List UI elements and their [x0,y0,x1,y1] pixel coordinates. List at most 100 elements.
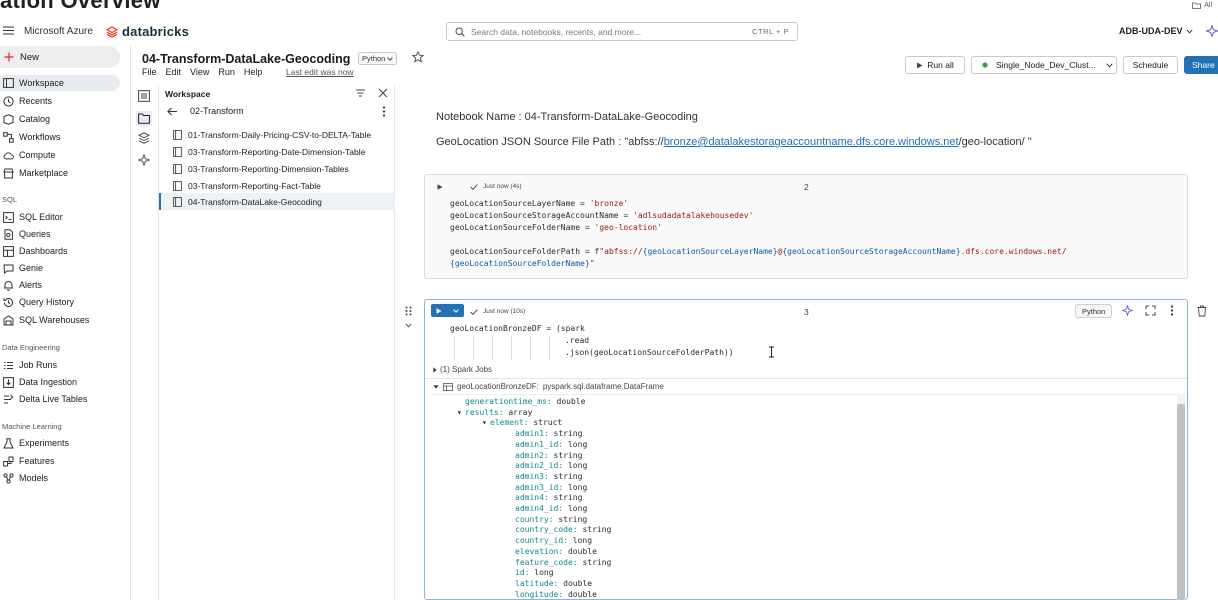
run-all-button[interactable]: Run all [905,56,965,74]
sidebar-item-query-history[interactable]: Query History [0,294,120,310]
caret-down-icon: ▾ [457,407,462,417]
code-line: geoLocationSourceLayerName = 'bronze' [450,199,629,208]
notebook-title[interactable]: 04-Transform-DataLake-Geocoding [142,52,350,66]
overlay-all[interactable]: All [1192,2,1212,9]
browser-item-notebook[interactable]: 03-Transform-Reporting-Dimension-Tables [159,160,395,177]
run-cell-button[interactable] [431,304,464,317]
new-button[interactable]: New [0,46,120,68]
dataframe-schema-toggle[interactable]: geoLocationBronzeDF: pyspark.sql.datafra… [433,382,664,391]
workspace-browser-icon[interactable] [136,111,152,126]
sidebar-item-catalog[interactable]: Catalog [0,111,120,127]
sidebar-item-workflows[interactable]: Workflows [0,129,120,145]
databricks-logo[interactable]: databricks [106,24,189,39]
sidebar-item-alerts[interactable]: Alerts [0,277,120,293]
sidebar-item-sql-editor[interactable]: SQL Editor [0,209,120,225]
menu-help[interactable]: Help [244,67,263,77]
schema-field: latitude: double [515,579,592,590]
code-cell-2[interactable]: Just now (4s) 2 geoLocationSourceLayerNa… [424,174,1188,279]
schema-field-type: long [563,504,588,513]
sidebar-item-models[interactable]: Models [0,470,120,486]
browser-item-notebook[interactable]: 03-Transform-Reporting-Fact-Table [159,177,395,194]
cluster-select[interactable]: Single_Node_Dev_Clust... [971,56,1117,74]
sidebar-item-compute[interactable]: Compute [0,147,120,163]
code-cell-3[interactable]: Just now (10s) 3 Python geoLocationBronz… [424,299,1188,600]
menu-edit[interactable]: Edit [166,67,182,77]
hamburger-icon[interactable] [3,26,14,35]
browser-item-notebook-active[interactable]: 04-Transform-DataLake-Geocoding [159,193,395,210]
code-line: geoLocationSourceFolderPath = f"abfss://… [450,247,1067,256]
table-of-contents-icon[interactable] [138,90,150,102]
search-placeholder: Search data, notebooks, recents, and mor… [471,26,642,37]
code-line: geoLocationSourceFolderName = 'geo-locat… [450,223,662,232]
schema-field: generationtime_ms: double [465,397,585,408]
schema-field-name: admin4: [515,493,549,503]
browser-item-notebook[interactable]: 01-Transform-Daily-Pricing-CSV-to-DELTA-… [159,126,395,143]
browser-item-notebook[interactable]: 03-Transform-Reporting-Date-Dimension-Ta… [159,143,395,160]
browser-tools [355,88,388,98]
schema-field-name: latitude: [515,578,559,588]
workspace-switcher[interactable]: ADB-UDA-DEV [1119,26,1193,36]
browser-parent-folder[interactable]: 02-Transform [167,106,244,116]
more-options-icon[interactable] [382,106,386,117]
sidebar-item-delta-live-tables[interactable]: Delta Live Tables [0,391,120,407]
ingestion-icon [3,376,14,388]
schema-field-type: double [558,578,593,588]
menu-file[interactable]: File [142,67,157,77]
schema-field[interactable]: ▾ element: struct [482,418,562,429]
sql-editor-icon [3,211,14,223]
spark-jobs-toggle[interactable]: (1) Spark Jobs [433,365,492,374]
schema-field-name: generationtime_ms: [465,397,552,406]
schema-field[interactable]: ▾ results: array [457,407,533,419]
delete-cell-icon[interactable] [1197,305,1207,317]
schema-field: longitude: double [515,590,597,600]
sidebar-item-data-ingestion[interactable]: Data Ingestion [0,374,120,390]
sidebar-item-experiments[interactable]: Experiments [0,435,120,451]
schema-field-name: admin3_id: [515,482,564,492]
notebook-file-icon [173,129,182,140]
last-edit-link[interactable]: Last edit was now [286,67,354,77]
code-line: .read [565,336,590,345]
cell-language-badge[interactable]: Python [1075,304,1113,318]
assistant-sparkle-icon[interactable] [1122,305,1133,316]
sidebar-item-features[interactable]: Features [0,453,120,469]
close-icon[interactable] [378,88,388,98]
sidebar-item-label: Dashboards [19,246,68,256]
catalog-rail-icon[interactable] [138,132,150,144]
schedule-button[interactable]: Schedule [1123,56,1178,74]
sidebar-item-sql-warehouses[interactable]: SQL Warehouses [0,312,120,328]
global-search-input[interactable]: Search data, notebooks, recents, and mor… [446,22,798,41]
expand-icon[interactable] [1145,305,1156,316]
favorite-star-icon[interactable] [412,51,424,63]
sidebar-item-workspace[interactable]: Workspace [0,75,120,91]
sidebar-item-marketplace[interactable]: Marketplace [0,165,120,181]
menu-view[interactable]: View [190,67,209,77]
sidebar-item-genie[interactable]: Genie [0,260,120,276]
share-button[interactable]: Share [1184,56,1218,74]
schema-field: elevation: double [515,547,597,558]
run-cell-icon[interactable] [437,184,443,190]
collapse-cell-icon[interactable] [405,323,412,328]
sidebar-item-label: SQL Editor [19,212,63,222]
cell-status-text: Just now (10s) [483,308,526,315]
schema-scrollbar-thumb[interactable] [1177,404,1185,600]
sidebar-item-recents[interactable]: Recents [0,93,120,109]
notebook-language-select[interactable]: Python [358,52,398,65]
microsoft-azure-label[interactable]: Microsoft Azure [24,26,93,37]
sidebar-item-dashboards[interactable]: Dashboards [0,243,120,259]
sidebar-item-job-runs[interactable]: Job Runs [0,357,120,373]
chevron-right-icon [433,366,437,373]
menu-run[interactable]: Run [218,67,235,77]
source-path-suffix: /geo-location/ " [958,136,1032,148]
sidebar-item-label: Models [19,473,49,483]
sidebar-item-queries[interactable]: Queries [0,226,120,242]
cell-more-options-icon[interactable] [1170,305,1174,316]
sort-filter-icon[interactable] [355,88,366,98]
clock-icon [3,95,14,107]
schema-field-type: array [503,407,533,417]
assistant-rail-icon[interactable] [138,154,150,166]
dataframe-name: geoLocationBronzeDF: [457,382,539,391]
source-path-link[interactable]: bronze@datalakestorageaccountname.dfs.co… [664,136,959,148]
assistant-sparkle-icon[interactable] [1206,25,1218,37]
drag-handle-icon[interactable] [405,306,412,316]
sidebar-item-label: Genie [19,263,44,273]
